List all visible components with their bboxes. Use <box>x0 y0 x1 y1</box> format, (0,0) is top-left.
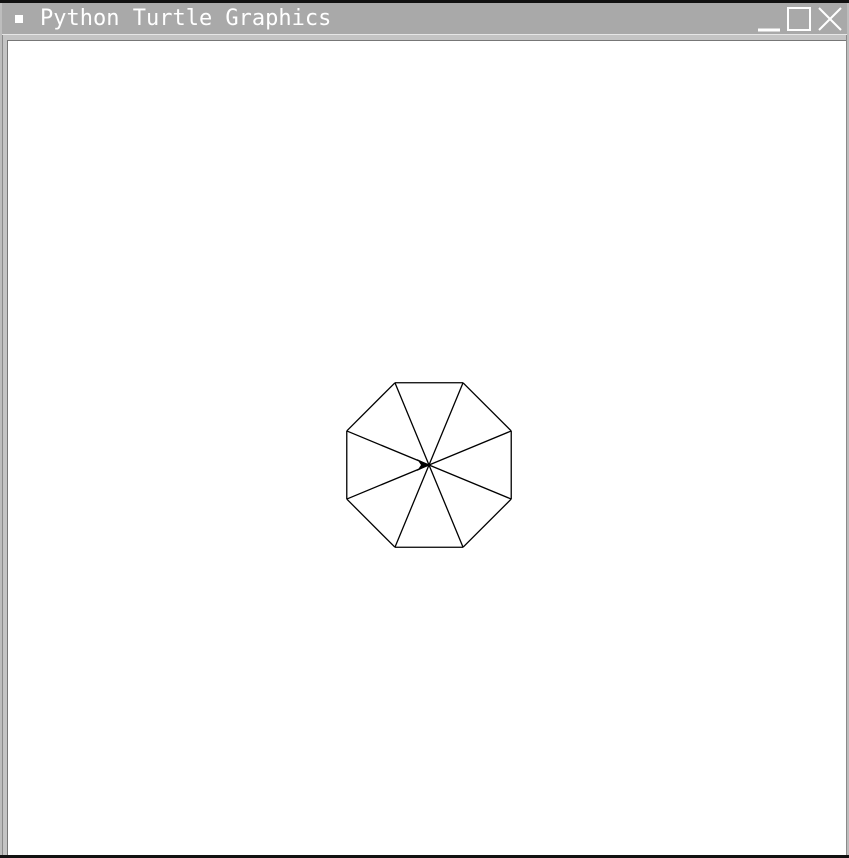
window-menu-icon[interactable] <box>15 15 23 23</box>
drawing-surface <box>346 382 512 548</box>
maximize-button[interactable] <box>786 5 812 33</box>
minimize-icon <box>758 28 780 32</box>
turtle-canvas[interactable] <box>7 40 846 855</box>
octagon-edge <box>462 498 512 548</box>
minimize-button[interactable] <box>756 5 782 33</box>
turtle-window: Python Turtle Graphics <box>0 0 849 858</box>
close-icon <box>818 7 842 31</box>
octagon-edge <box>462 382 512 432</box>
window-title: Python Turtle Graphics <box>40 6 332 31</box>
maximize-icon <box>787 7 811 31</box>
octagon-edge <box>346 382 396 432</box>
octagon-edge <box>346 498 396 548</box>
close-button[interactable] <box>817 5 843 33</box>
title-bar[interactable]: Python Turtle Graphics <box>2 3 847 35</box>
